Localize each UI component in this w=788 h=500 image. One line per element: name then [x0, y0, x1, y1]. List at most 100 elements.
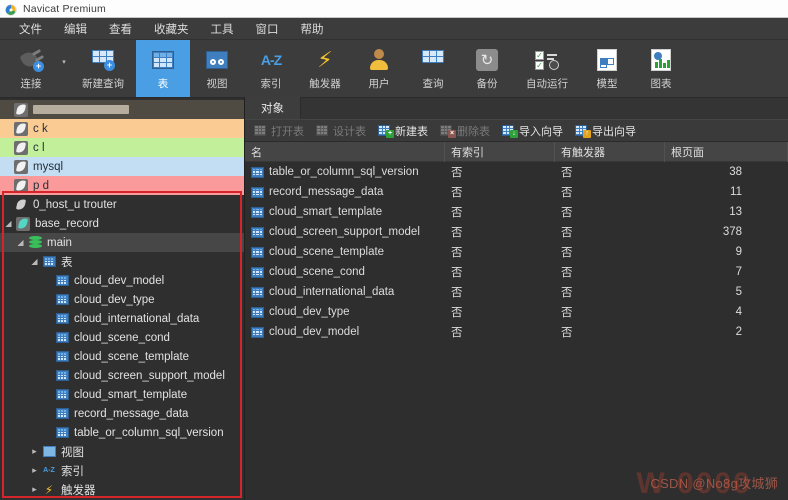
toolbar-query[interactable]: 查询 — [406, 40, 460, 97]
column-header-has-index[interactable]: 有索引 — [445, 141, 555, 162]
tree-node-indexes[interactable]: A-Z 索引 — [0, 461, 244, 480]
connection-icon — [13, 140, 29, 155]
tree-connection-row[interactable]: c k — [0, 119, 244, 138]
table-row[interactable]: cloud_scene_cond 否 否 7 — [245, 262, 788, 282]
table-icon — [251, 286, 264, 298]
object-tree-sidebar[interactable]: c k c l mysql p d 0_host_u trouter ◢ bas… — [0, 98, 245, 500]
toolbar-new-query-label: 新建查询 — [82, 77, 124, 90]
tree-connection-row[interactable]: c l — [0, 138, 244, 157]
object-grid-body[interactable]: table_or_column_sql_version 否 否 38 recor… — [245, 162, 788, 500]
delete-table-button[interactable]: × 删除表 — [435, 122, 495, 140]
table-row[interactable]: cloud_screen_support_model 否 否 378 — [245, 222, 788, 242]
chevron-right-icon[interactable] — [28, 446, 41, 457]
tree-connection-row-mysql[interactable]: mysql — [0, 157, 244, 176]
tree-table-item[interactable]: cloud_scene_cond — [0, 328, 244, 347]
tree-table-item[interactable]: record_message_data — [0, 404, 244, 423]
import-wizard-button[interactable]: ↓ 导入向导 — [497, 122, 568, 140]
menu-item-edit[interactable]: 编辑 — [53, 19, 98, 39]
table-row[interactable]: cloud_dev_model 否 否 2 — [245, 322, 788, 342]
tree-connection-row[interactable]: p d — [0, 176, 244, 195]
cell-name: cloud_screen_support_model — [245, 222, 445, 242]
toolbar-user-label: 用户 — [368, 77, 390, 90]
connection-dropdown-caret-icon[interactable]: ▾ — [58, 40, 70, 97]
tree-node-base-record-label: base_record — [35, 217, 99, 230]
menu-item-view[interactable]: 查看 — [98, 19, 143, 39]
navicat-logo-icon — [5, 3, 17, 16]
tree-table-item[interactable]: cloud_smart_template — [0, 385, 244, 404]
tree-table-item[interactable]: cloud_dev_type — [0, 290, 244, 309]
toolbar-view[interactable]: 视图 — [190, 40, 244, 97]
tree-table-label: cloud_scene_template — [74, 350, 190, 363]
new-table-button[interactable]: + 新建表 — [373, 122, 433, 140]
tree-node-base-record[interactable]: base_record — [0, 214, 244, 233]
tree-node-tables[interactable]: 表 — [0, 252, 244, 271]
trigger-bolt-icon: ⚡ — [317, 46, 333, 72]
chevron-down-icon[interactable] — [28, 257, 41, 266]
cell-name: cloud_dev_type — [245, 302, 445, 322]
tree-connection-label: c l — [33, 141, 45, 154]
chevron-down-icon[interactable] — [14, 238, 27, 247]
table-row[interactable]: table_or_column_sql_version 否 否 38 — [245, 162, 788, 182]
chevron-right-icon[interactable] — [28, 484, 41, 495]
toolbar-model-label: 模型 — [596, 77, 618, 90]
tree-connection-row[interactable]: 0_host_u trouter — [0, 195, 244, 214]
tree-node-main[interactable]: main — [0, 233, 244, 252]
tree-table-item[interactable]: cloud_dev_model — [0, 271, 244, 290]
table-row[interactable]: cloud_smart_template 否 否 13 — [245, 202, 788, 222]
toolbar-new-query[interactable]: + 新建查询 — [70, 40, 136, 97]
table-icon — [251, 326, 264, 338]
toolbar-connection[interactable]: + 连接 — [4, 40, 58, 97]
cell-has-index: 否 — [451, 267, 463, 279]
cell-root-page: 11 — [730, 186, 742, 198]
toolbar-automation[interactable]: ✓ ✓ 自动运行 — [514, 40, 580, 97]
tree-table-label: cloud_dev_model — [74, 274, 165, 287]
tree-node-triggers[interactable]: ⚡ 触发器 — [0, 480, 244, 499]
table-row[interactable]: record_message_data 否 否 11 — [245, 182, 788, 202]
column-header-has-trigger[interactable]: 有触发器 — [555, 141, 665, 162]
cell-has-trigger: 否 — [561, 307, 573, 319]
user-icon — [369, 47, 389, 73]
menu-item-window[interactable]: 窗口 — [245, 19, 290, 39]
table-icon — [54, 370, 70, 381]
menu-item-help[interactable]: 帮助 — [290, 19, 335, 39]
tree-table-item[interactable]: cloud_scene_template — [0, 347, 244, 366]
export-wizard-button[interactable]: ↑ 导出向导 — [570, 122, 641, 140]
chevron-right-icon[interactable] — [28, 465, 41, 476]
tree-table-item[interactable]: cloud_screen_support_model — [0, 366, 244, 385]
table-icon — [251, 306, 264, 318]
tree-node-tables-label: 表 — [61, 256, 73, 269]
table-row[interactable]: cloud_scene_template 否 否 9 — [245, 242, 788, 262]
menu-item-file[interactable]: 文件 — [8, 19, 53, 39]
toolbar-trigger[interactable]: ⚡ 触发器 — [298, 40, 352, 97]
tree-table-item[interactable]: table_or_column_sql_version — [0, 423, 244, 442]
open-table-button[interactable]: 打开表 — [249, 122, 309, 140]
toolbar-index[interactable]: A-Z 索引 — [244, 40, 298, 97]
toolbar-user[interactable]: 用户 — [352, 40, 406, 97]
toolbar-chart[interactable]: 图表 — [634, 40, 688, 97]
table-row[interactable]: cloud_dev_type 否 否 4 — [245, 302, 788, 322]
main-toolbar: + 连接 ▾ + 新建查询 表 视图 A-Z 索引 ⚡ 触发器 用户 查询 ↻ … — [0, 40, 788, 98]
tree-connection-row[interactable] — [0, 100, 244, 119]
view-icon — [206, 47, 228, 73]
cell-root-page: 13 — [729, 206, 742, 218]
export-wizard-icon: ↑ — [575, 124, 591, 138]
tab-objects[interactable]: 对象 — [245, 97, 301, 119]
column-header-name[interactable]: 名 — [245, 141, 445, 162]
import-wizard-icon: ↓ — [502, 124, 518, 138]
menu-item-tools[interactable]: 工具 — [200, 19, 245, 39]
chevron-down-icon[interactable] — [2, 219, 15, 228]
tree-table-label: record_message_data — [74, 407, 189, 420]
table-row[interactable]: cloud_international_data 否 否 5 — [245, 282, 788, 302]
toolbar-model[interactable]: 模型 — [580, 40, 634, 97]
tree-table-item[interactable]: cloud_international_data — [0, 309, 244, 328]
tree-node-views[interactable]: 视图 — [0, 442, 244, 461]
toolbar-backup[interactable]: ↻ 备份 — [460, 40, 514, 97]
tree-table-label: cloud_screen_support_model — [74, 369, 225, 382]
cell-root-page: 7 — [735, 266, 742, 278]
toolbar-table[interactable]: 表 — [136, 40, 190, 97]
design-table-button[interactable]: 设计表 — [311, 122, 371, 140]
column-header-root-page[interactable]: 根页面 — [665, 141, 788, 162]
table-icon — [152, 47, 174, 73]
cell-name-text: cloud_smart_template — [269, 206, 383, 218]
menu-item-favorites[interactable]: 收藏夹 — [143, 19, 200, 39]
